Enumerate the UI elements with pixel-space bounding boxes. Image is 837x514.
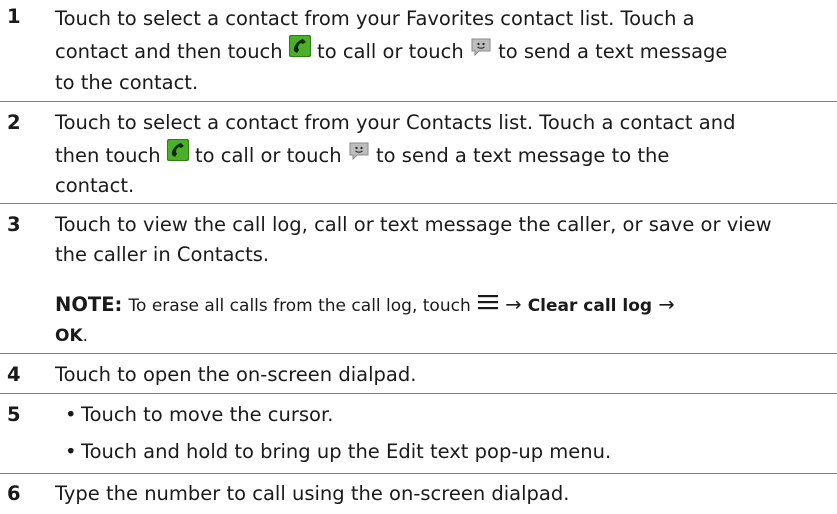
description-line: Touch to select a contact from your Cont…	[55, 111, 736, 134]
description-line: contact.	[55, 174, 135, 197]
row-number: 5	[7, 403, 21, 426]
table-row: 6 Type the number to call using the on-s…	[0, 479, 837, 509]
note-line: NOTE: To erase all calls from the call l…	[55, 290, 675, 320]
description-line: to the contact.	[55, 71, 199, 94]
divider	[0, 203, 837, 204]
arrow-icon: →	[658, 293, 675, 316]
menu-icon	[477, 289, 499, 319]
list-item: • Touch to move the cursor.	[65, 400, 333, 430]
description-text: then touch	[55, 144, 161, 167]
divider	[0, 393, 837, 394]
bullet: •	[65, 403, 77, 426]
row-number: 6	[7, 482, 21, 505]
arrow-icon: →	[505, 293, 522, 316]
description-line: contact and then touch to call or touch	[55, 35, 728, 67]
description-line: the caller in Contacts.	[55, 243, 270, 266]
note-text: To erase all calls from the call log, to…	[128, 296, 471, 316]
bullet-text: Touch to move the cursor.	[81, 403, 334, 426]
description-line: Touch to view the call log, call or text…	[55, 213, 772, 236]
description-line: Touch to select a contact from your Favo…	[55, 7, 695, 30]
ok-label: OK	[55, 326, 83, 346]
table-row: 3 Touch to view the call log, call or te…	[0, 210, 837, 352]
description-text: to call or touch	[317, 40, 464, 63]
row-number: 1	[7, 5, 21, 28]
table-row: 1 Touch to select a contact from your Fa…	[0, 2, 837, 102]
sms-icon	[348, 140, 370, 170]
phone-icon	[166, 139, 189, 170]
description-text: contact and then touch	[55, 40, 283, 63]
clear-call-log-label: Clear call log	[527, 296, 653, 316]
list-item: • Touch and hold to bring up the Edit tex…	[65, 437, 611, 467]
divider	[0, 473, 837, 474]
phone-icon	[288, 35, 311, 66]
table-row: 4 Touch to open the on-screen dialpad.	[0, 360, 837, 390]
note-period: .	[82, 326, 89, 346]
description-line: then touch to call or touch to send a te…	[55, 139, 670, 171]
description-text: to call or touch	[194, 144, 342, 167]
table-row: 2 Touch to select a contact from your Co…	[0, 108, 837, 208]
row-number: 4	[7, 363, 21, 386]
description-line: Touch to open the on-screen dialpad.	[55, 363, 417, 386]
row-number: 2	[7, 111, 21, 134]
row-number: 3	[7, 213, 21, 236]
note-line: OK.	[55, 320, 88, 350]
manual-page: 1 Touch to select a contact from your Fa…	[0, 0, 837, 514]
description-text: to send a text message	[498, 40, 728, 63]
sms-icon	[470, 36, 492, 66]
description-line: Type the number to call using the on-scr…	[55, 482, 570, 505]
bullet-text: Touch and hold to bring up the Edit text…	[81, 440, 612, 463]
divider	[0, 101, 837, 102]
bullet: •	[65, 440, 77, 463]
table-row: 5 • Touch to move the cursor. • Touch and …	[0, 400, 837, 472]
divider	[0, 353, 837, 354]
description-text: to send a text message to the	[376, 144, 670, 167]
note-label: NOTE:	[55, 293, 123, 316]
